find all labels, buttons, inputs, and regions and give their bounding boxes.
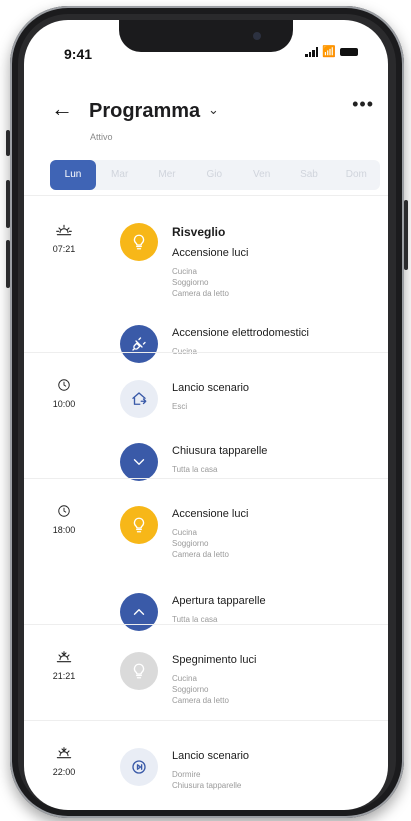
entry-detail: Tutta la casa [172,465,218,474]
status-time: 9:41 [64,46,93,62]
notch [119,20,293,52]
schedule-time: 18:00 [44,504,84,535]
schedule-divider [24,624,388,625]
lightbulb-icon [120,223,158,261]
house-exit-icon [120,380,158,418]
entry-detail: Cucina [172,528,197,537]
wifi-icon: 📶 [322,46,336,58]
day-tab-ven[interactable]: Ven [238,160,285,190]
entry-title: Apertura tapparelle [172,595,266,607]
mute-switch [6,130,10,156]
entry-detail: Soggiorno [172,278,209,287]
entry-title: Accensione elettrodomestici [172,327,309,339]
schedule-time-label: 18:00 [52,525,76,535]
volume-down-button [6,240,10,288]
page-subtitle: Attivo [90,132,113,142]
entry-title: Accensione luci [172,247,249,259]
entry-title: Lancio scenario [172,382,250,394]
schedule-entry[interactable]: Apertura tapparelle Tutta la casa [120,593,380,653]
schedule-divider [24,352,388,353]
day-tab-lun[interactable]: Lun [50,160,96,190]
entry-heading: Risveglio [172,225,226,239]
entry-title: Lancio scenario [172,750,250,762]
front-camera [253,32,261,40]
entry-detail: Cucina [172,674,197,683]
clock-icon [44,504,84,521]
lightbulb-icon [120,652,158,690]
entry-detail: Soggiorno [172,685,209,694]
sunrise-icon [44,223,84,240]
schedule-entry[interactable]: Spegnimento luci Cucina Soggiorno Camera da… [120,652,380,712]
schedule-time-label: 21:21 [52,671,76,681]
plug-icon [120,325,158,363]
schedule-time-label: 10:00 [52,399,76,409]
entry-detail: Cucina [172,267,197,276]
sunset-icon [44,650,84,667]
day-tab-dom[interactable]: Dom [333,160,380,190]
status-icons: 📶 [305,46,358,58]
entry-title: Accensione luci [172,508,249,520]
schedule-divider [24,720,388,721]
schedule-time-label: 07:21 [52,244,76,254]
schedule-time-label: 22:00 [52,767,76,777]
entry-detail: Soggiorno [172,539,209,548]
entry-detail: Camera da letto [172,289,229,298]
entry-detail: Dormire [172,770,201,779]
entry-detail: Camera da letto [172,696,229,705]
schedule-entry[interactable]: Accensione luci Cucina Soggiorno Camera da … [120,506,380,566]
day-selector: Lun Mar Mer Gio Ven Sab Dom [50,160,380,190]
battery-icon [340,48,358,56]
sunset-icon [44,746,84,763]
schedule-divider [24,195,388,196]
schedule-time: 10:00 [44,378,84,409]
schedule-time: 21:21 [44,650,84,681]
play-scenario-icon [120,748,158,786]
schedule-entry[interactable]: Chiusura tapparelle Tutta la casa [120,443,380,503]
chevron-up-icon [120,593,158,631]
title-dropdown-icon[interactable]: ⌄ [208,102,219,118]
schedule-entry[interactable]: Risveglio Accensione luci Cucina Soggiorno C… [120,223,380,298]
more-icon[interactable]: ••• [352,94,374,115]
entry-title: Chiusura tapparelle [172,445,268,457]
entry-detail: Camera da letto [172,550,229,559]
schedule-divider [24,478,388,479]
page-title[interactable]: Programma [89,100,200,123]
chevron-down-icon [120,443,158,481]
entry-detail: Esci [172,402,188,411]
power-button [404,200,408,270]
schedule-entry[interactable]: Lancio scenario Dormire Chiusura tapparell… [120,748,380,808]
schedule-entry[interactable]: Accensione elettrodomesticiCucina [120,325,380,385]
app-screen: 9:41 📶 ← Programma ⌄ Attivo ••• Lun Mar Me… [24,20,388,810]
schedule-entry[interactable]: Lancio scenario Esci [120,380,380,440]
schedule-time: 07:21 [44,223,84,254]
back-arrow-icon[interactable]: ← [51,98,73,120]
day-tab-mer[interactable]: Mer [143,160,190,190]
schedule-time: 22:00 [44,746,84,777]
page-header: ← Programma ⌄ Attivo ••• [24,82,388,142]
day-tab-mar[interactable]: Mar [96,160,143,190]
entry-detail: Chiusura tapparelle [172,781,242,790]
signal-icon [305,47,319,57]
clock-icon [44,378,84,395]
volume-up-button [6,180,10,228]
lightbulb-icon [120,506,158,544]
day-tab-sab[interactable]: Sab [285,160,332,190]
entry-title: Spegnimento luci [172,654,257,666]
day-tab-gio[interactable]: Gio [191,160,238,190]
